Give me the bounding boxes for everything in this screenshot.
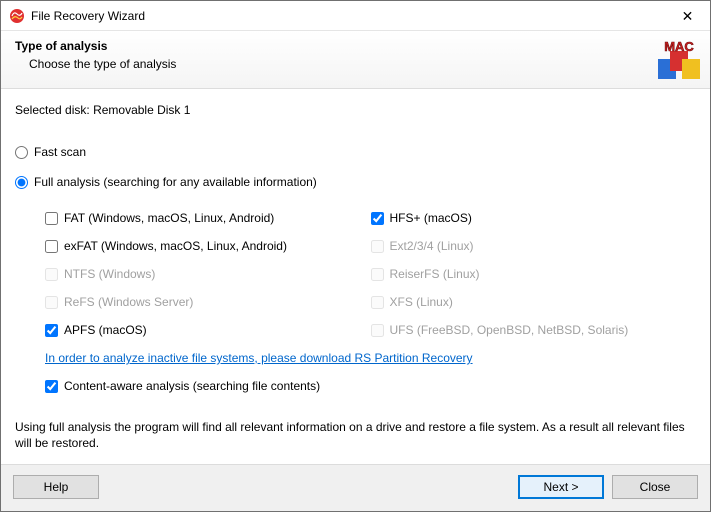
filesystem-checkbox[interactable] <box>45 240 58 253</box>
filesystem-row: ReiserFS (Linux) <box>371 261 697 287</box>
filesystem-row: NTFS (Windows) <box>45 261 371 287</box>
radio-full-analysis-label: Full analysis (searching for any availab… <box>34 175 317 189</box>
filesystem-label: XFS (Linux) <box>390 295 453 309</box>
app-icon <box>9 8 25 24</box>
filesystem-checkbox[interactable] <box>371 212 384 225</box>
filesystem-column-left: FAT (Windows, macOS, Linux, Android) exFA… <box>45 205 371 345</box>
wizard-header: Type of analysis Choose the type of anal… <box>1 31 710 89</box>
radio-fast-scan[interactable]: Fast scan <box>15 145 696 159</box>
header-subtitle: Choose the type of analysis <box>29 57 696 71</box>
filesystem-row[interactable]: exFAT (Windows, macOS, Linux, Android) <box>45 233 371 259</box>
radio-fast-scan-label: Fast scan <box>34 145 86 159</box>
window-title: File Recovery Wizard <box>31 9 145 23</box>
filesystem-label: ReiserFS (Linux) <box>390 267 480 281</box>
filesystem-checkbox[interactable] <box>45 212 58 225</box>
content-aware-label: Content-aware analysis (searching file c… <box>64 379 320 393</box>
selected-disk-value: Removable Disk 1 <box>93 103 190 117</box>
filesystem-checkbox[interactable] <box>45 324 58 337</box>
next-button[interactable]: Next > <box>518 475 604 499</box>
filesystem-label: FAT (Windows, macOS, Linux, Android) <box>64 211 274 225</box>
filesystem-column-right: HFS+ (macOS) Ext2/3/4 (Linux) ReiserFS (Li… <box>371 205 697 345</box>
download-link[interactable]: In order to analyze inactive file system… <box>45 351 473 365</box>
filesystem-row: ReFS (Windows Server) <box>45 289 371 315</box>
filesystem-row: UFS (FreeBSD, OpenBSD, NetBSD, Solaris) <box>371 317 697 343</box>
filesystem-checkbox <box>371 296 384 309</box>
radio-full-analysis[interactable]: Full analysis (searching for any availab… <box>15 175 696 189</box>
selected-disk-row: Selected disk: Removable Disk 1 <box>15 103 696 117</box>
analysis-description: Using full analysis the program will fin… <box>15 419 696 451</box>
filesystem-label: exFAT (Windows, macOS, Linux, Android) <box>64 239 287 253</box>
close-button[interactable]: Close <box>612 475 698 499</box>
help-button[interactable]: Help <box>13 475 99 499</box>
close-window-button[interactable]: ✕ <box>665 1 710 31</box>
header-title: Type of analysis <box>15 39 696 53</box>
filesystem-checkbox <box>45 296 58 309</box>
filesystem-row: XFS (Linux) <box>371 289 697 315</box>
filesystem-label: NTFS (Windows) <box>64 267 155 281</box>
filesystem-block: FAT (Windows, macOS, Linux, Android) exFA… <box>45 205 696 393</box>
filesystem-checkbox <box>371 240 384 253</box>
wizard-window: File Recovery Wizard ✕ Type of analysis … <box>0 0 711 512</box>
filesystem-checkbox <box>371 268 384 281</box>
close-icon: ✕ <box>682 9 694 23</box>
brand-logo: MAC <box>656 37 702 83</box>
filesystem-label: ReFS (Windows Server) <box>64 295 193 309</box>
radio-fast-scan-input[interactable] <box>15 146 28 159</box>
filesystem-row: Ext2/3/4 (Linux) <box>371 233 697 259</box>
filesystem-row[interactable]: HFS+ (macOS) <box>371 205 697 231</box>
wizard-body: Selected disk: Removable Disk 1 Fast sca… <box>1 89 710 464</box>
filesystem-label: Ext2/3/4 (Linux) <box>390 239 474 253</box>
filesystem-checkbox <box>45 268 58 281</box>
wizard-footer: Help Next > Close <box>1 464 710 511</box>
filesystem-checkbox <box>371 324 384 337</box>
filesystem-row[interactable]: APFS (macOS) <box>45 317 371 343</box>
svg-text:MAC: MAC <box>664 39 694 54</box>
content-aware-checkbox[interactable] <box>45 380 58 393</box>
selected-disk-label: Selected disk: <box>15 103 90 117</box>
filesystem-label: APFS (macOS) <box>64 323 147 337</box>
radio-full-analysis-input[interactable] <box>15 176 28 189</box>
content-aware-row[interactable]: Content-aware analysis (searching file c… <box>45 379 696 393</box>
filesystem-label: UFS (FreeBSD, OpenBSD, NetBSD, Solaris) <box>390 323 629 337</box>
titlebar: File Recovery Wizard ✕ <box>1 1 710 31</box>
filesystem-label: HFS+ (macOS) <box>390 211 472 225</box>
filesystem-row[interactable]: FAT (Windows, macOS, Linux, Android) <box>45 205 371 231</box>
